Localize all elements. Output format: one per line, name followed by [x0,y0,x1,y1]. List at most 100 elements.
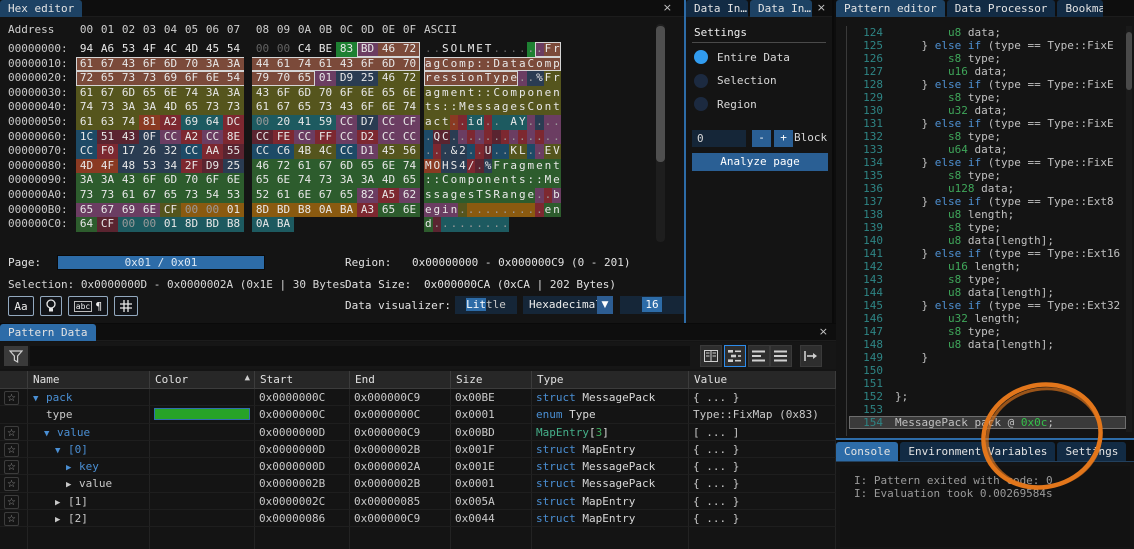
ascii-char[interactable]: o [535,100,544,115]
hex-byte[interactable]: 6D [336,159,357,174]
ascii-char[interactable]: g [501,100,510,115]
ascii-char[interactable]: . [458,130,467,145]
ascii-char[interactable]: a [501,57,510,72]
hex-byte[interactable]: 73 [118,71,139,86]
code-line[interactable]: 150 [849,364,1126,377]
hex-byte[interactable]: C4 [294,42,315,57]
ascii-char[interactable]: . [467,144,476,159]
star-icon[interactable]: ☆ [4,391,19,405]
hex-byte[interactable]: 6D [160,173,181,188]
hex-byte[interactable]: 3A [76,173,97,188]
ascii-char[interactable]: : [433,173,442,188]
ascii-char[interactable]: t [424,100,433,115]
hex-byte[interactable]: 53 [139,159,160,174]
ascii-char[interactable]: V [552,144,561,159]
hex-byte[interactable]: 55 [223,144,244,159]
favorite-cell[interactable]: ☆ [0,458,28,475]
hex-byte[interactable]: D7 [357,115,378,130]
column-header-star[interactable] [0,371,28,389]
ascii-char[interactable]: g [433,203,442,218]
hex-byte[interactable]: CC [336,144,357,159]
hex-byte[interactable]: 6F [357,100,378,115]
hex-byte[interactable]: BD [273,203,294,218]
pattern-name-cell[interactable]: type [28,406,150,423]
ascii-char[interactable]: . [535,42,544,57]
chevron-collapsed-icon[interactable]: ▶ [66,461,79,475]
ascii-char[interactable]: E [475,42,484,57]
hex-byte[interactable]: 34 [160,159,181,174]
hex-byte[interactable]: 6E [273,173,294,188]
ascii-char[interactable]: g [518,188,527,203]
ascii-char[interactable]: s [424,188,433,203]
ascii-char[interactable]: : [484,57,493,72]
hex-byte[interactable]: F0 [97,144,118,159]
ascii-char[interactable]: . [475,159,484,174]
tree-view-icon[interactable] [724,345,746,367]
hex-byte[interactable]: 3A [97,173,118,188]
ascii-char[interactable]: A [509,115,518,130]
hex-byte[interactable]: 69 [118,203,139,218]
ascii-char[interactable]: a [424,86,433,101]
ascii-char[interactable]: C [441,173,450,188]
hex-byte[interactable]: B8 [223,217,244,232]
code-line[interactable]: 131 } else if (type == Type::FixE [849,117,1126,130]
ascii-char[interactable]: o [475,173,484,188]
pattern-name-cell[interactable]: ▶[1] [28,493,150,510]
star-icon[interactable]: ☆ [4,426,19,440]
code-line[interactable]: 144 u8 data[length]; [849,286,1126,299]
ascii-char[interactable]: p [518,86,527,101]
ascii-char[interactable]: O [433,159,442,174]
hex-byte[interactable]: 25 [223,159,244,174]
hex-byte[interactable]: CC [399,130,420,145]
ascii-char[interactable]: . [501,203,510,218]
ascii-char[interactable]: % [535,71,544,86]
ascii-char[interactable]: L [518,144,527,159]
hex-byte[interactable]: CC [378,130,399,145]
hex-byte[interactable]: BE [315,42,336,57]
ascii-char[interactable]: H [441,159,450,174]
ascii-char[interactable]: e [527,188,536,203]
hex-byte[interactable]: BA [273,217,294,232]
ascii-char[interactable]: a [501,188,510,203]
code-line[interactable]: 141 } else if (type == Type::Ext16 [849,247,1126,260]
ascii-char[interactable]: . [492,42,501,57]
hex-byte[interactable]: 81 [139,115,160,130]
code-line[interactable]: 127 u16 data; [849,65,1126,78]
chevron-expanded-icon[interactable]: ▼ [44,427,57,441]
ascii-char[interactable]: . [527,144,536,159]
code-line[interactable]: 140 u8 data[length]; [849,234,1126,247]
ascii-char[interactable]: e [509,71,518,86]
bytes-per-row-input[interactable]: 16 [620,296,684,314]
hex-byte[interactable]: 62 [399,188,420,203]
hex-byte[interactable]: 4D [160,100,181,115]
hex-byte[interactable]: FE [273,130,294,145]
ascii-char[interactable]: . [433,217,442,232]
ascii-char[interactable]: e [544,203,553,218]
color-swatch[interactable] [154,408,250,420]
ascii-char[interactable]: S [450,159,459,174]
ascii-char[interactable]: p [552,57,561,72]
ascii-char[interactable]: t [509,173,518,188]
hex-byte[interactable]: CF [97,217,118,232]
hex-byte[interactable]: 67 [315,159,336,174]
hex-byte[interactable]: DC [223,115,244,130]
hex-byte[interactable]: 73 [181,188,202,203]
hex-byte[interactable]: BD [357,42,378,57]
ascii-char[interactable]: b [552,188,561,203]
lightbulb-icon[interactable] [40,296,62,316]
hex-byte[interactable]: 61 [118,188,139,203]
ascii-char[interactable]: o [450,57,459,72]
hex-byte[interactable]: 52 [252,188,273,203]
ascii-char[interactable]: : [475,86,484,101]
code-line[interactable]: 142 u16 length; [849,260,1126,273]
tab-data-inspector-1[interactable]: Data In… [686,0,748,17]
ascii-char[interactable]: . [433,42,442,57]
hex-byte[interactable]: CC [76,144,97,159]
hex-byte[interactable]: 70 [273,71,294,86]
hex-byte[interactable]: 74 [118,115,139,130]
column-header-Value[interactable]: Value [689,371,836,389]
hex-byte[interactable]: 3A [223,57,244,72]
ascii-char[interactable]: C [527,100,536,115]
ascii-char[interactable]: n [484,173,493,188]
hex-byte[interactable]: 4B [294,144,315,159]
